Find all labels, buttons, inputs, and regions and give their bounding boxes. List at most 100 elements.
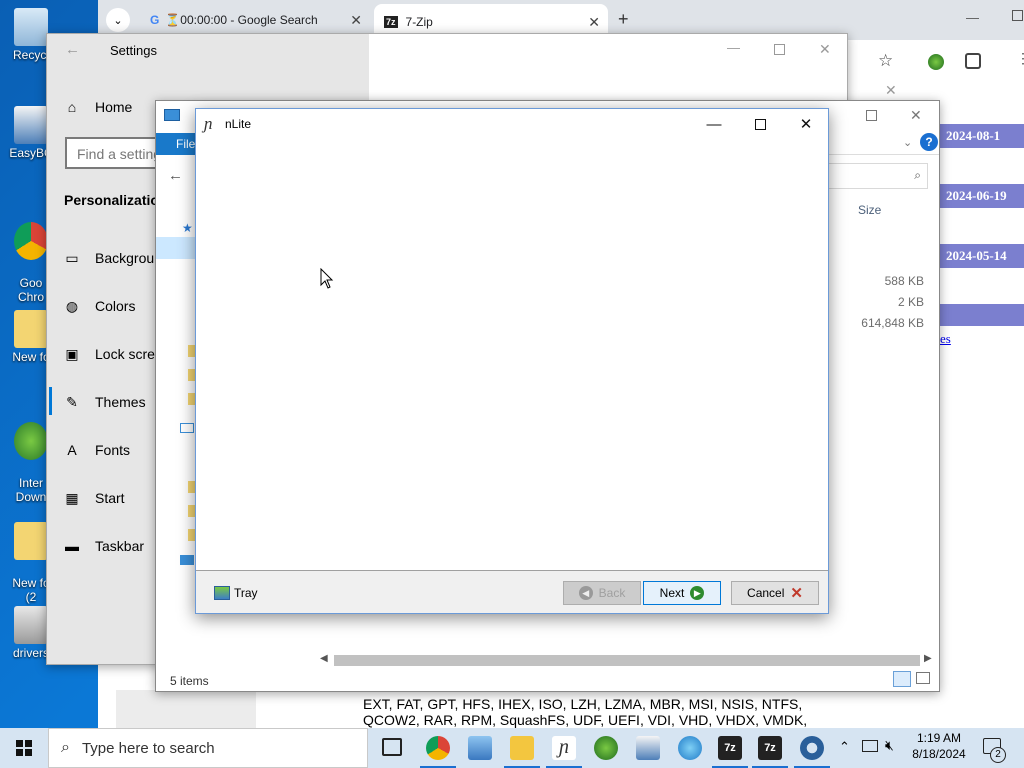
back-arrow-icon[interactable]: ← — [65, 41, 80, 58]
nlite-title: nLite — [225, 117, 252, 131]
folder-icon — [14, 310, 48, 348]
google-favicon-icon: G — [150, 13, 160, 27]
start-button[interactable] — [0, 728, 48, 768]
scroll-left-icon[interactable]: ◀ — [320, 653, 328, 664]
nlite-titlebar: ɲ nLite — ✕ — [196, 109, 828, 139]
left-gutter — [116, 690, 256, 728]
maximize-icon[interactable] — [866, 110, 877, 121]
settings-home[interactable]: ⌂ Home — [63, 95, 133, 119]
bookmark-star-icon[interactable]: ☆ — [878, 51, 893, 71]
behind-close-icon[interactable]: ✕ — [885, 82, 897, 99]
close-tab-icon[interactable]: ✕ — [350, 12, 362, 29]
minimize-icon[interactable]: — — [966, 10, 979, 25]
page-link[interactable]: es — [940, 331, 951, 347]
palette-icon: ◍ — [65, 297, 79, 314]
chrome-taskbar-icon[interactable] — [426, 736, 450, 760]
nav-fonts[interactable]: A Fonts — [63, 438, 130, 462]
back-button[interactable]: ◀ Back — [563, 581, 641, 605]
nav-label: Taskbar — [95, 538, 145, 554]
nav-themes[interactable]: ✎ Themes — [63, 390, 146, 414]
settings-home-label: Home — [95, 99, 133, 115]
new-tab-button[interactable]: + — [618, 9, 629, 30]
next-arrow-icon: ▶ — [690, 586, 705, 600]
idm-taskbar-icon[interactable] — [594, 736, 618, 760]
this-pc-icon — [180, 423, 194, 433]
taskbar-search-input[interactable]: ⌕ Type here to search — [48, 728, 368, 768]
maximize-icon[interactable] — [1012, 10, 1023, 21]
edge-taskbar-icon[interactable] — [678, 736, 702, 760]
task-view-icon[interactable] — [382, 738, 402, 756]
7zip-taskbar-icon[interactable]: 7z — [718, 736, 742, 760]
close-icon[interactable]: ✕ — [819, 41, 831, 58]
status-item-count: 5 items — [170, 674, 209, 688]
7zip-favicon-icon: 7z — [384, 16, 398, 28]
desktop-icon-label: drivers — [12, 646, 49, 660]
network-tray-icon[interactable] — [862, 740, 878, 752]
nlite-window: ɲ nLite — ✕ Tray ◀ Back Next ▶ Cancel ✕ — [195, 108, 829, 614]
scroll-thumb[interactable] — [334, 655, 920, 666]
windows-logo-icon — [16, 740, 32, 756]
menu-icon[interactable]: ⋮ — [1016, 50, 1024, 67]
back-arrow-icon: ◀ — [578, 586, 593, 600]
help-icon[interactable]: ? — [920, 133, 938, 151]
nav-label: Start — [95, 490, 125, 506]
clock-time: 1:19 AM — [916, 731, 962, 745]
close-tab-icon[interactable]: ✕ — [588, 14, 600, 31]
horizontal-scrollbar[interactable]: ◀ ▶ — [316, 652, 936, 668]
minimize-icon[interactable]: — — [691, 109, 737, 139]
section-heading: Personalization — [64, 192, 168, 208]
network-icon — [180, 555, 194, 565]
tab-google-search[interactable]: G ⏳00:00:00 - Google Search ✕ — [140, 6, 370, 34]
extensions-icon[interactable] — [965, 53, 981, 69]
easybcd-taskbar-icon[interactable] — [636, 736, 660, 760]
explorer-search-box[interactable]: ⌕ — [826, 163, 928, 189]
nav-taskbar[interactable]: ▬ Taskbar — [63, 534, 144, 558]
clock[interactable]: 1:19 AM 8/18/2024 — [904, 730, 974, 762]
tray-button[interactable]: Tray — [214, 583, 258, 603]
back-arrow-icon[interactable]: ← — [168, 167, 183, 184]
show-hidden-icons-icon[interactable]: ⌃ — [839, 739, 850, 755]
search-icon: ⌕ — [61, 739, 70, 756]
7zip-taskbar-icon[interactable]: 7z — [758, 736, 782, 760]
taskbar-icon: ▬ — [65, 538, 79, 554]
nav-background[interactable]: ▭ Background — [63, 246, 169, 270]
idm-extension-icon[interactable] — [928, 54, 944, 70]
image-icon: ▭ — [65, 249, 79, 266]
large-icons-view-icon[interactable] — [916, 672, 930, 684]
tab-label: 7-Zip — [405, 15, 433, 29]
nav-colors[interactable]: ◍ Colors — [63, 294, 136, 318]
file-explorer-taskbar-icon[interactable] — [510, 736, 534, 760]
minimize-icon[interactable]: — — [727, 40, 740, 55]
cancel-button[interactable]: Cancel ✕ — [731, 581, 819, 605]
scroll-right-icon[interactable]: ▶ — [924, 653, 932, 664]
next-button[interactable]: Next ▶ — [643, 581, 721, 605]
close-icon[interactable]: ✕ — [910, 107, 922, 124]
tray-label: Tray — [234, 586, 258, 600]
easybcd-icon — [14, 106, 48, 144]
maximize-icon[interactable] — [774, 44, 785, 55]
cancel-x-icon: ✕ — [790, 585, 803, 602]
settings-taskbar-icon[interactable] — [800, 736, 824, 760]
close-icon[interactable]: ✕ — [783, 109, 829, 139]
nav-start[interactable]: ▦ Start — [63, 486, 125, 510]
nav-label: Colors — [95, 298, 136, 314]
details-view-icon[interactable] — [893, 671, 911, 687]
maximize-icon[interactable] — [737, 109, 783, 139]
next-label: Next — [659, 586, 685, 600]
nav-label: Themes — [95, 394, 146, 410]
chevron-down-icon: ⌄ — [113, 14, 123, 27]
size-cell: 614,848 KB — [861, 316, 924, 330]
date-bar: 2024-08-1 — [940, 124, 1024, 148]
nlite-taskbar-icon[interactable]: ɲ — [552, 736, 576, 760]
tray-icon — [214, 586, 230, 600]
settings-title: Settings — [110, 43, 157, 58]
network-computer-icon[interactable] — [468, 736, 492, 760]
ribbon-file-tab[interactable]: File — [156, 133, 200, 155]
back-label: Back — [598, 586, 626, 600]
chevron-down-icon[interactable]: ⌄ — [903, 136, 912, 149]
tab-search-button[interactable]: ⌄ — [106, 8, 130, 32]
idm-icon — [14, 422, 48, 460]
column-header-size[interactable]: Size — [858, 203, 881, 217]
search-placeholder: Find a setting — [77, 146, 162, 162]
volume-muted-icon[interactable]: 🔇︎ — [885, 737, 894, 754]
